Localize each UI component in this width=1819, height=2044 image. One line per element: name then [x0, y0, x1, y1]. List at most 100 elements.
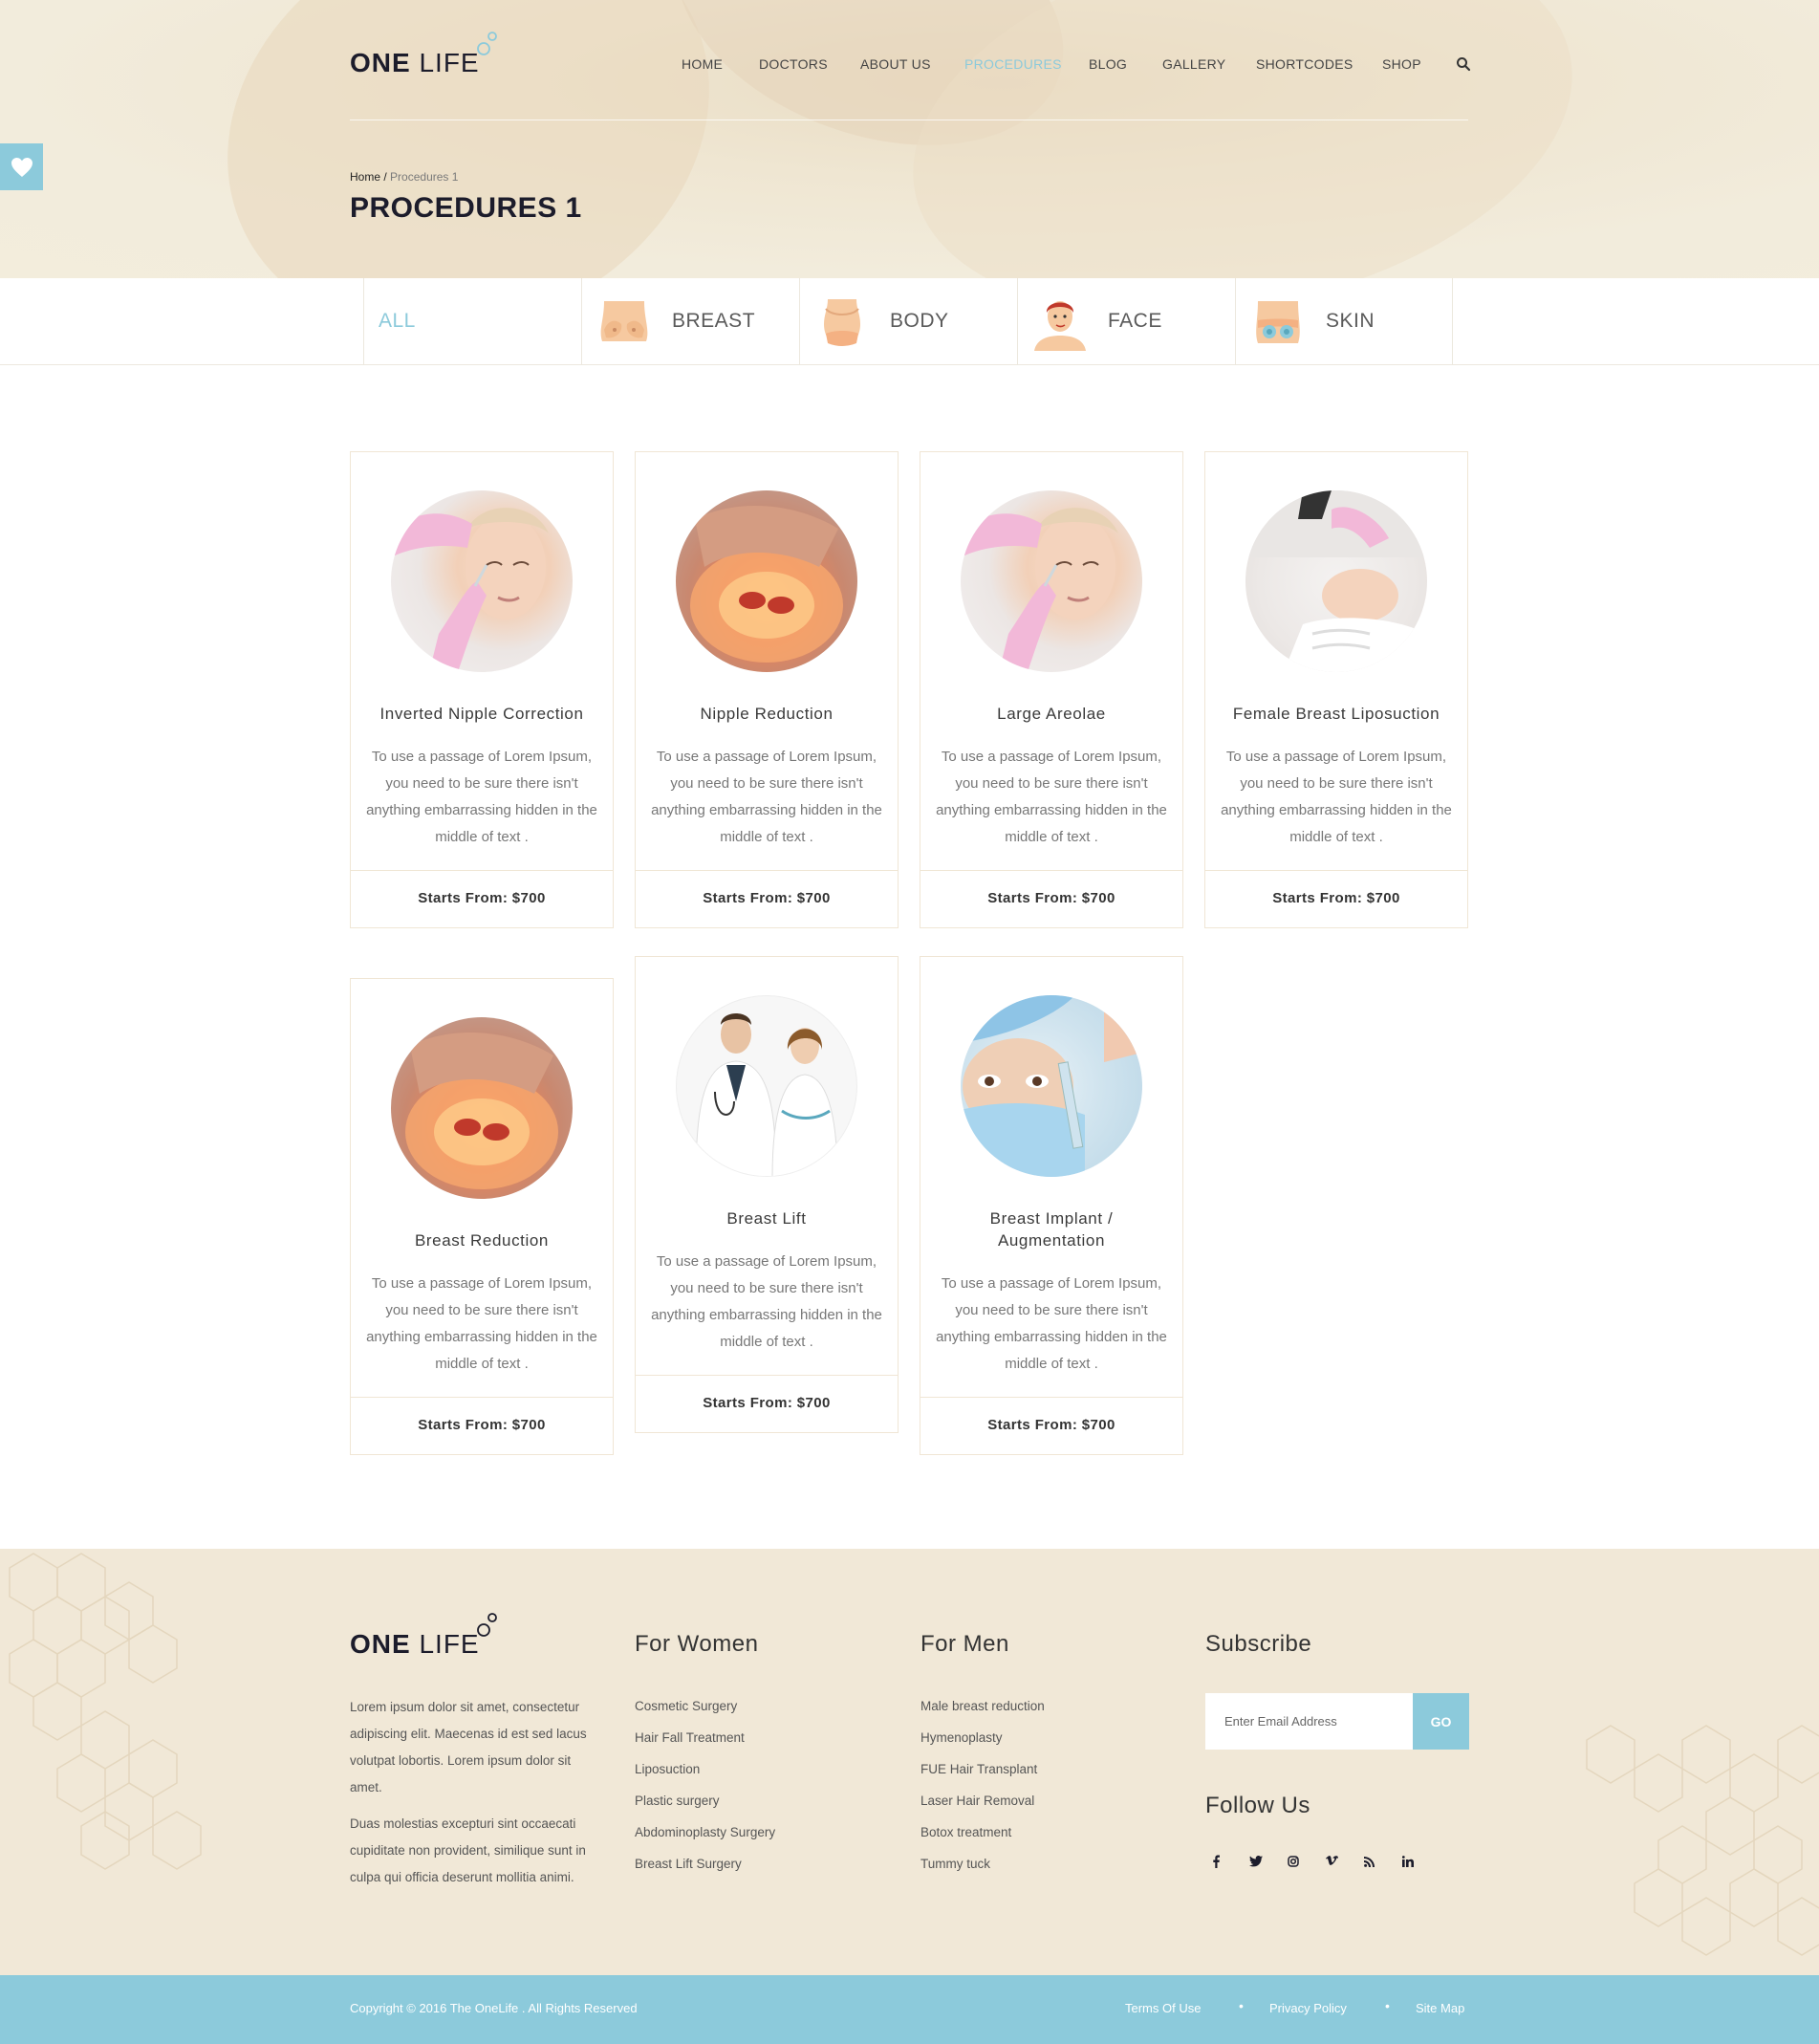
tab-all[interactable]: ALL [363, 278, 581, 364]
page-title: PROCEDURES 1 [350, 192, 582, 224]
footer-heading-women: For Women [635, 1631, 759, 1657]
footer-about-text: Lorem ipsum dolor sit amet, consectetur … [350, 1700, 587, 1794]
sitemap-link[interactable]: Site Map [1416, 2001, 1464, 2015]
footer-link[interactable]: Breast Lift Surgery [635, 1848, 775, 1880]
rss-icon[interactable] [1358, 1855, 1397, 1871]
card-description: To use a passage of Lorem Ipsum, you nee… [651, 749, 882, 845]
procedure-photo-lying-patient [1245, 490, 1427, 672]
vimeo-icon[interactable] [1320, 1855, 1358, 1871]
footer-link[interactable]: Laser Hair Removal [920, 1785, 1045, 1816]
card-description: To use a passage of Lorem Ipsum, you nee… [1221, 749, 1452, 845]
favorite-side-tab[interactable] [0, 143, 43, 190]
facebook-icon[interactable] [1205, 1855, 1244, 1871]
procedure-photo-face-injection [961, 490, 1142, 672]
copyright-text: Copyright © 2016 The OneLife . All Right… [350, 2001, 638, 2015]
instagram-icon[interactable] [1282, 1855, 1320, 1871]
tab-label: BODY [890, 310, 949, 332]
linkedin-icon[interactable] [1397, 1855, 1435, 1871]
hexagon-pattern-left [9, 1553, 202, 1870]
card-title[interactable]: Breast Reduction [366, 1229, 597, 1251]
footer-link[interactable]: Hair Fall Treatment [635, 1722, 775, 1753]
nav-gallery[interactable]: GALLERY [1162, 56, 1225, 72]
procedure-photo-glowing-hands [391, 1017, 573, 1199]
footer-link[interactable]: Abdominoplasty Surgery [635, 1816, 775, 1848]
main-nav: HOME DOCTORS ABOUT US PROCEDURES BLOG GA… [0, 56, 1819, 76]
procedure-card[interactable]: Nipple Reduction To use a passage of Lor… [635, 451, 899, 928]
privacy-link[interactable]: Privacy Policy [1269, 2001, 1347, 2015]
search-icon[interactable] [1456, 56, 1471, 72]
procedure-card[interactable]: Breast Reduction To use a passage of Lor… [350, 978, 614, 1455]
procedure-card[interactable]: Female Breast Liposuction To use a passa… [1204, 451, 1468, 928]
card-price: Starts From: $700 [920, 1397, 1182, 1454]
logo-rings-icon [477, 1613, 497, 1637]
footer-about-text: Duas molestias excepturi sint occaecati … [350, 1816, 586, 1884]
tab-body[interactable]: BODY [799, 278, 1017, 364]
tab-label: BREAST [672, 310, 756, 332]
tab-face[interactable]: FACE [1017, 278, 1235, 364]
nav-doctors[interactable]: DOCTORS [759, 56, 828, 72]
procedure-card[interactable]: Inverted Nipple Correction To use a pass… [350, 451, 614, 928]
card-price: Starts From: $700 [920, 870, 1182, 927]
card-price: Starts From: $700 [1205, 870, 1467, 927]
procedure-card[interactable]: Breast Lift To use a passage of Lorem Ip… [635, 956, 899, 1433]
footer-link[interactable]: FUE Hair Transplant [920, 1753, 1045, 1785]
nav-blog[interactable]: BLOG [1089, 56, 1127, 72]
procedure-card[interactable]: Large Areolae To use a passage of Lorem … [920, 451, 1183, 928]
procedure-photo-face-injection [391, 490, 573, 672]
card-description: To use a passage of Lorem Ipsum, you nee… [651, 1253, 882, 1350]
card-title[interactable]: Breast Lift [651, 1207, 882, 1229]
card-title[interactable]: Nipple Reduction [651, 703, 882, 725]
card-title[interactable]: Large Areolae [936, 703, 1167, 725]
footer-logo[interactable]: ONE LIFE [350, 1629, 480, 1660]
subscribe-form: GO [1205, 1693, 1469, 1750]
hexagon-pattern-right [1586, 1725, 1819, 1956]
card-title[interactable]: Breast Implant / Augmentation [936, 1207, 1167, 1251]
footer-link[interactable]: Cosmetic Surgery [635, 1690, 775, 1722]
link-separator: • [1239, 1998, 1244, 2013]
breadcrumb: Home / Procedures 1 [350, 170, 458, 184]
tab-label: ALL [379, 310, 416, 332]
footer-link[interactable]: Plastic surgery [635, 1785, 775, 1816]
nav-procedures[interactable]: PROCEDURES [964, 56, 1062, 72]
social-links [1205, 1855, 1435, 1871]
email-input[interactable] [1205, 1693, 1413, 1750]
procedure-photo-doctors [676, 995, 857, 1177]
footer-link[interactable]: Botox treatment [920, 1816, 1045, 1848]
card-price: Starts From: $700 [351, 870, 613, 927]
nav-about-us[interactable]: ABOUT US [860, 56, 931, 72]
face-icon [1034, 301, 1086, 351]
card-description: To use a passage of Lorem Ipsum, you nee… [936, 749, 1167, 845]
card-title[interactable]: Inverted Nipple Correction [366, 703, 597, 725]
footer-link[interactable]: Tummy tuck [920, 1848, 1045, 1880]
twitter-icon[interactable] [1244, 1855, 1282, 1871]
tab-label: FACE [1108, 310, 1162, 332]
breadcrumb-home[interactable]: Home [350, 170, 380, 184]
card-title[interactable]: Female Breast Liposuction [1221, 703, 1452, 725]
logo-light-text: LIFE [419, 1629, 480, 1659]
procedure-card[interactable]: Breast Implant / Augmentation To use a p… [920, 956, 1183, 1455]
footer-link[interactable]: Liposuction [635, 1753, 775, 1785]
footer-links-women: Cosmetic Surgery Hair Fall Treatment Lip… [635, 1690, 775, 1880]
logo-rings-icon [477, 32, 497, 55]
nav-shop[interactable]: SHOP [1382, 56, 1421, 72]
bottom-bar [0, 1975, 1819, 2044]
breadcrumb-current: Procedures 1 [390, 170, 459, 184]
skin-icon [1256, 301, 1300, 343]
tab-breast[interactable]: BREAST [581, 278, 799, 364]
footer-link[interactable]: Hymenoplasty [920, 1722, 1045, 1753]
footer-heading-subscribe: Subscribe [1205, 1631, 1312, 1657]
heart-icon [11, 157, 32, 177]
body-icon [824, 299, 860, 346]
card-price: Starts From: $700 [636, 1375, 898, 1432]
hero-banner [0, 0, 1819, 278]
nav-home[interactable]: HOME [682, 56, 723, 72]
subscribe-go-button[interactable]: GO [1413, 1693, 1469, 1750]
card-description: To use a passage of Lorem Ipsum, you nee… [366, 1275, 597, 1372]
nav-shortcodes[interactable]: SHORTCODES [1256, 56, 1353, 72]
terms-link[interactable]: Terms Of Use [1125, 2001, 1201, 2015]
card-price: Starts From: $700 [636, 870, 898, 927]
card-description: To use a passage of Lorem Ipsum, you nee… [366, 749, 597, 845]
tab-skin[interactable]: SKIN [1235, 278, 1453, 364]
footer-link[interactable]: Male breast reduction [920, 1690, 1045, 1722]
procedure-filter-tabs: ALL BREAST BODY FACE SKIN [0, 278, 1819, 365]
